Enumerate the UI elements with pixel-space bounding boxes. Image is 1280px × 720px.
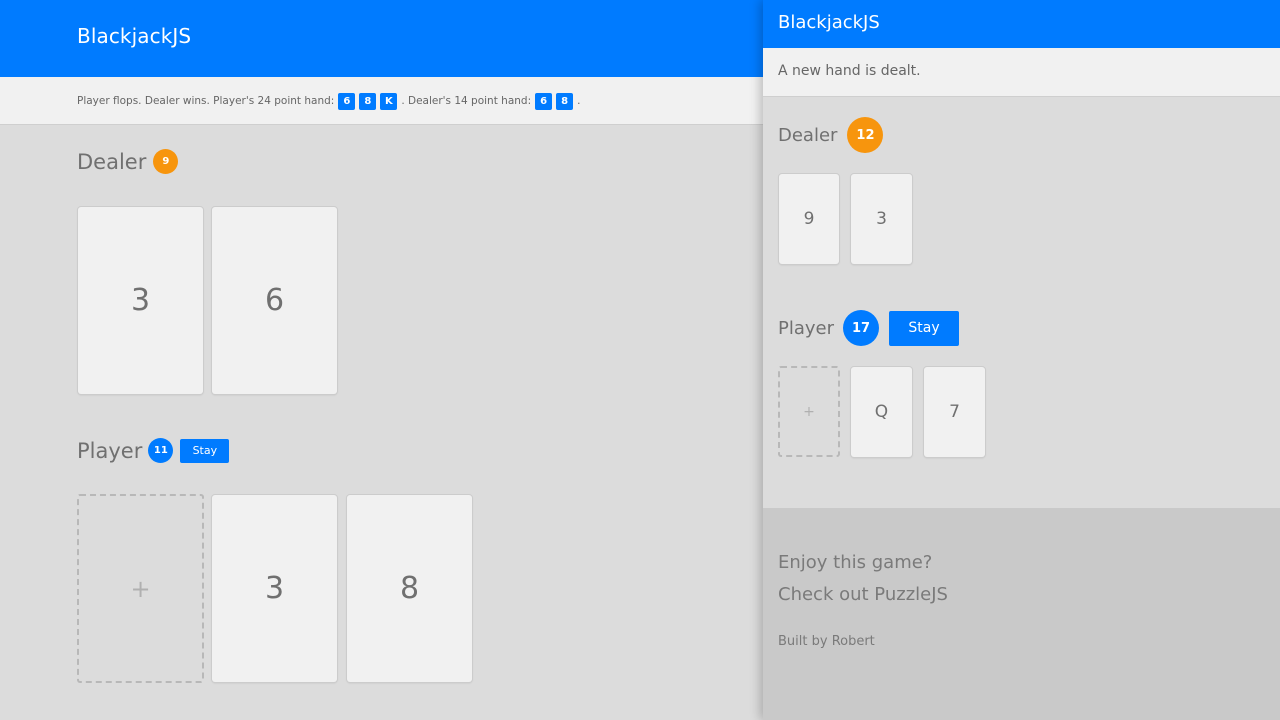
- panel-status-message: A new hand is dealt.: [778, 63, 921, 79]
- panel-player-label: Player: [778, 317, 835, 339]
- player-score-badge: 11: [148, 438, 174, 463]
- dealer-card: 6: [212, 207, 337, 394]
- stay-button[interactable]: Stay: [180, 438, 230, 463]
- panel-stay-button[interactable]: Stay: [889, 310, 960, 346]
- status-prefix: Player flops. Dealer wins. Player's 24 p…: [77, 95, 335, 107]
- promo-text: Enjoy this game?: [778, 552, 933, 573]
- panel-hit-card-slot[interactable]: +: [778, 366, 840, 457]
- puzzlejs-link[interactable]: Check out PuzzleJS: [778, 584, 948, 605]
- status-player-card-chip: 8: [359, 92, 377, 110]
- status-suffix: .: [577, 95, 581, 107]
- status-dealer-card-chip: 8: [556, 92, 574, 110]
- status-player-card-chip: 6: [338, 92, 356, 110]
- dealer-card: 3: [78, 207, 203, 394]
- panel-player-heading: Player 17 Stay: [778, 310, 960, 346]
- panel-player-score-badge: 17: [843, 310, 880, 346]
- hit-card-slot[interactable]: +: [77, 494, 204, 683]
- status-dealer-card-chip: 6: [535, 92, 553, 110]
- panel-player-card: 7: [924, 367, 985, 457]
- player-label: Player: [77, 438, 143, 463]
- panel-header: BlackjackJS: [763, 0, 1280, 48]
- panel-app-title: BlackjackJS: [778, 12, 880, 33]
- player-card: 3: [212, 495, 337, 682]
- panel-dealer-card: 3: [851, 174, 912, 264]
- panel-footer: Enjoy this game? Check out PuzzleJS Buil…: [763, 508, 1280, 720]
- panel-dealer-card: 9: [779, 174, 839, 264]
- status-message: Player flops. Dealer wins. Player's 24 p…: [77, 92, 580, 110]
- panel-dealer-heading: Dealer 12: [778, 117, 884, 153]
- panel-status-bar: A new hand is dealt.: [763, 48, 1280, 97]
- status-player-card-chip: K: [380, 92, 398, 110]
- player-card: 8: [347, 495, 472, 682]
- status-middle: . Dealer's 14 point hand:: [401, 95, 532, 107]
- dealer-label: Dealer: [77, 149, 147, 174]
- mobile-preview-panel: BlackjackJS A new hand is dealt. Dealer …: [763, 0, 1280, 720]
- dealer-heading: Dealer 9: [77, 149, 179, 174]
- author-credit: Built by Robert: [778, 634, 875, 649]
- panel-dealer-score-badge: 12: [847, 117, 884, 153]
- player-heading: Player 11 Stay: [77, 438, 230, 463]
- dealer-score-badge: 9: [153, 149, 179, 174]
- panel-player-card: Q: [851, 367, 912, 457]
- app-title: BlackjackJS: [77, 24, 192, 48]
- panel-dealer-label: Dealer: [778, 124, 838, 146]
